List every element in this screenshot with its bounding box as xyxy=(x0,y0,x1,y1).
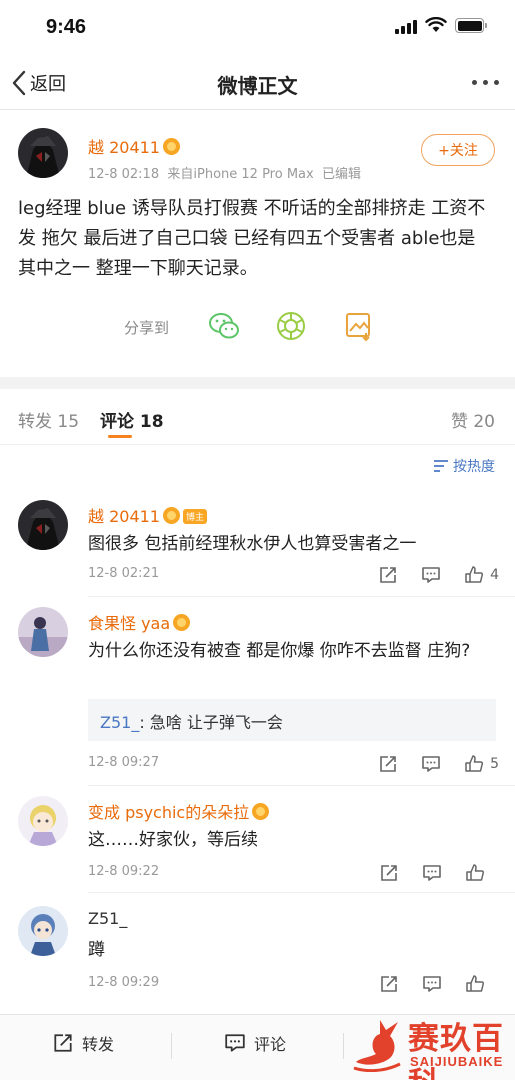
comment-actions xyxy=(358,973,499,995)
follow-button[interactable]: +关注 xyxy=(421,134,495,166)
battery-icon xyxy=(455,18,487,33)
share-label: 分享到 xyxy=(124,319,170,337)
comment-actions: 5 xyxy=(357,753,499,775)
nav-bar: 返回 微博正文 xyxy=(0,56,515,110)
watermark-subtext: SAIJIUBAIKE xyxy=(410,1054,504,1069)
avatar[interactable] xyxy=(18,607,68,657)
section-divider xyxy=(0,377,515,389)
like-icon[interactable] xyxy=(465,973,487,995)
comment-author[interactable]: 食果怪 yaa xyxy=(88,610,191,634)
like-icon[interactable] xyxy=(465,862,487,884)
verified-badge-icon xyxy=(252,803,270,820)
reply-box[interactable]: Z51_: 急啥 让子弹飞一会 xyxy=(88,699,496,741)
save-image-icon[interactable] xyxy=(342,309,376,343)
like-count: 4 xyxy=(490,567,499,583)
verified-badge-icon xyxy=(163,507,180,524)
comment-text: 图很多 包括前经理秋水伊人也算受害者之一 xyxy=(88,534,417,554)
repost-icon[interactable] xyxy=(378,564,400,586)
comment-time: 12-8 09:27 xyxy=(88,755,160,770)
repost-icon[interactable] xyxy=(378,753,400,775)
comment-icon[interactable] xyxy=(421,753,443,775)
comment-time: 12-8 09:29 xyxy=(88,975,160,990)
comment-author[interactable]: 变成 psychic的朵朵拉 xyxy=(88,799,270,823)
comment-time: 12-8 02:21 xyxy=(88,566,160,581)
comment-text: 蹲 xyxy=(88,940,105,960)
like-count: 5 xyxy=(490,756,499,772)
tab-bar: 转发 15 评论 18 赞 20 xyxy=(0,389,515,445)
comment-icon[interactable] xyxy=(422,862,444,884)
divider xyxy=(343,1033,344,1059)
reply-author[interactable]: Z51_ xyxy=(100,713,139,732)
watermark-text: 赛玖百科 xyxy=(408,1021,504,1080)
comment-icon[interactable] xyxy=(422,973,444,995)
comment-icon[interactable] xyxy=(421,564,443,586)
repost-button[interactable]: 转发 xyxy=(52,1031,114,1055)
avatar[interactable] xyxy=(18,128,68,178)
host-tag: 博主 xyxy=(183,509,208,524)
comment-author[interactable]: Z51_ xyxy=(88,909,127,928)
verified-badge-icon xyxy=(173,614,191,631)
post-text: leg经理 blue 诱导队员打假赛 不听话的全部排挤走 工资不发 拖欠 最后进… xyxy=(18,198,486,279)
share-row: 分享到 xyxy=(0,305,515,355)
comment-text: 为什么你还没有被查 都是你爆 你咋不去监督 庄狗? xyxy=(88,641,471,661)
comment-text: 这……好家伙，等后续 xyxy=(88,830,258,850)
wechat-icon[interactable] xyxy=(207,309,241,343)
tab-underline xyxy=(108,435,132,438)
sort-button[interactable]: 按热度 xyxy=(433,456,495,476)
page-title: 微博正文 xyxy=(217,74,298,98)
post-meta: 12-8 02:18 来自iPhone 12 Pro Max 已编辑 xyxy=(88,167,361,182)
tab-like[interactable]: 赞 20 xyxy=(451,407,495,432)
tab-repost[interactable]: 转发 15 xyxy=(18,407,79,432)
reply-text: : 急啥 让子弹飞一会 xyxy=(139,713,283,732)
watermark: 赛玖百科 SAIJIUBAIKE xyxy=(348,1010,515,1080)
repost-icon[interactable] xyxy=(379,973,401,995)
tab-comment[interactable]: 评论 18 xyxy=(100,407,164,432)
clock: 9:46 xyxy=(46,16,87,38)
avatar[interactable] xyxy=(18,906,68,956)
status-bar: 9:46 xyxy=(0,0,515,56)
comment-button[interactable]: 评论 xyxy=(224,1031,286,1055)
sort-icon xyxy=(434,460,448,472)
like-icon[interactable] xyxy=(464,753,486,775)
avatar[interactable] xyxy=(18,796,68,846)
repost-icon xyxy=(54,1034,72,1052)
signal-icon xyxy=(395,20,417,34)
divider xyxy=(88,785,515,786)
comment-time: 12-8 09:22 xyxy=(88,864,160,879)
divider xyxy=(88,892,515,893)
more-icon[interactable] xyxy=(472,80,499,85)
comment-author[interactable]: 越 20411 博主 xyxy=(88,503,208,527)
avatar[interactable] xyxy=(18,500,68,550)
wifi-icon xyxy=(425,17,447,32)
comment-icon xyxy=(225,1034,245,1052)
like-icon[interactable] xyxy=(464,564,486,586)
divider xyxy=(171,1033,172,1059)
repost-icon[interactable] xyxy=(379,862,401,884)
author-name[interactable]: 越 20411 xyxy=(88,134,180,158)
divider xyxy=(88,596,515,597)
comment-actions xyxy=(358,862,499,884)
moments-icon[interactable] xyxy=(274,309,308,343)
whale-logo-icon xyxy=(353,1020,401,1072)
comment-actions: 4 xyxy=(357,564,499,586)
verified-badge-icon xyxy=(163,138,180,155)
